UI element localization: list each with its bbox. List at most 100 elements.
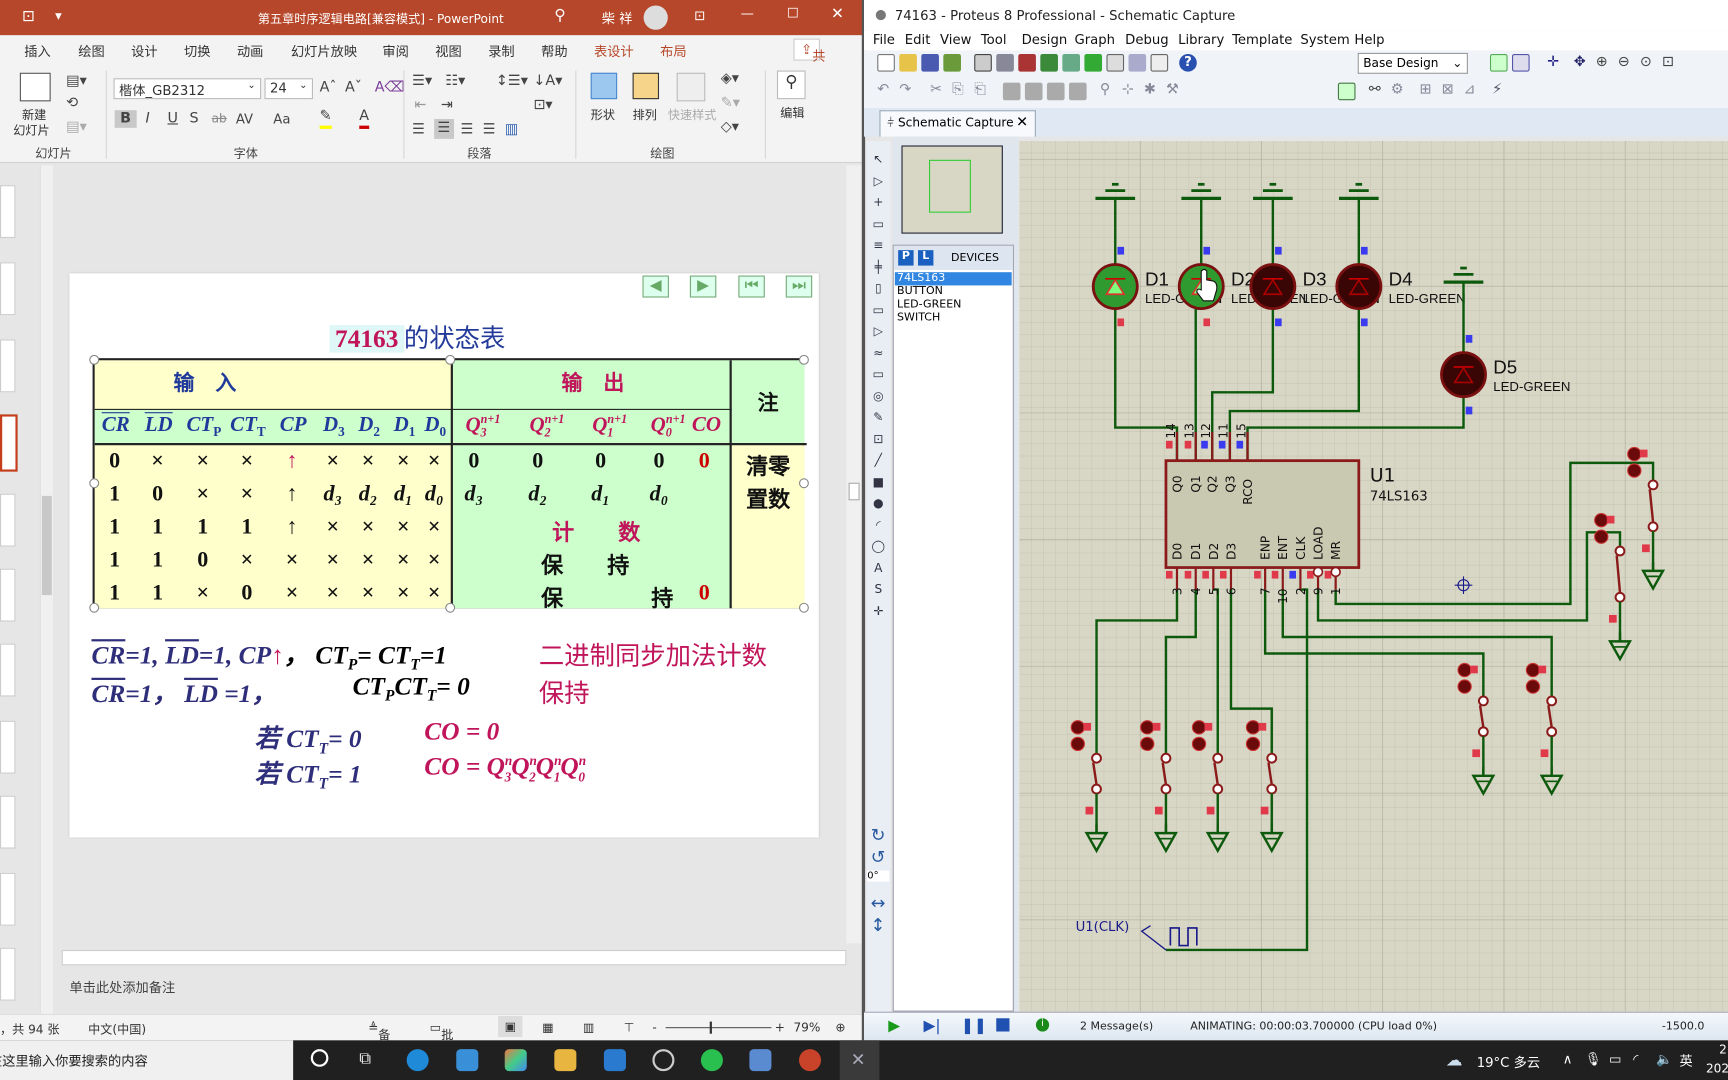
rotate-cw-icon[interactable]: ↻ [871, 824, 886, 845]
slide-thumbnail[interactable] [0, 720, 16, 774]
help-icon[interactable]: ? [1179, 53, 1197, 72]
slide-thumbnail[interactable] [0, 493, 16, 547]
slide-thumbnail[interactable] [0, 872, 16, 926]
tab-schematic-capture[interactable]: ⫩ Schematic Capture ✕ [879, 110, 1036, 137]
language[interactable]: 中文(中国) [88, 1020, 146, 1038]
resize-handle[interactable] [89, 478, 100, 489]
weather-text[interactable]: 19°C 多云 [1477, 1052, 1540, 1071]
property-assign-icon[interactable]: ⚙ [1391, 82, 1404, 100]
shrink-font-icon[interactable]: Aˇ [345, 79, 362, 97]
generator-mode-icon[interactable]: ◎ [871, 388, 886, 403]
slide-thumbnail[interactable] [0, 185, 16, 239]
pause-button[interactable]: ❚❚ [961, 1017, 987, 1035]
tab-table-design[interactable]: 表设计 [594, 42, 634, 61]
new-slide-icon[interactable] [19, 72, 51, 102]
step-button[interactable]: ▶| [924, 1017, 941, 1035]
highlight-icon[interactable]: ✎ [319, 108, 332, 129]
quick-styles-icon[interactable] [676, 72, 706, 102]
menu-library[interactable]: Library [1178, 32, 1224, 47]
tab-draw[interactable]: 绘图 [78, 42, 104, 61]
align-text-icon[interactable]: ⊡▾ [533, 97, 552, 115]
section-icon[interactable]: ▤▾ [66, 119, 87, 137]
tray-expand-icon[interactable]: ∧ [1563, 1051, 1573, 1066]
menu-file[interactable]: File [873, 32, 895, 47]
goto-sheet-icon[interactable]: ⊿ [1464, 82, 1476, 100]
block-move-icon[interactable] [1024, 82, 1043, 101]
reading-view-button[interactable]: ▥ [583, 1020, 594, 1034]
align-left-icon[interactable]: ☰ [412, 121, 425, 139]
zoom-all-icon[interactable]: ⊙ [1640, 54, 1652, 72]
text-2d-mode-icon[interactable]: A [871, 560, 886, 575]
decrease-indent-icon[interactable]: ⇤ [414, 97, 426, 115]
justify-icon[interactable]: ☰ [483, 121, 496, 139]
grid-icon[interactable] [1511, 53, 1530, 72]
marker-2d-mode-icon[interactable]: ✛ [871, 603, 886, 618]
slide-thumbnail[interactable] [0, 795, 16, 849]
maximize-button[interactable]: ☐ [787, 6, 799, 21]
reset-icon[interactable]: ⟲ [66, 95, 78, 113]
obs-icon[interactable] [652, 1049, 675, 1072]
paste-icon[interactable]: ⎗ [974, 82, 985, 100]
prev-slide-button[interactable]: ◀ [642, 275, 669, 298]
device-item-button[interactable]: BUTTON [895, 285, 1012, 298]
notes-icon[interactable] [1150, 53, 1169, 72]
numbering-icon[interactable]: ☷▾ [445, 73, 465, 91]
quick-styles-label[interactable]: 快速样式 [668, 106, 716, 124]
stop-button[interactable] [996, 1018, 1010, 1032]
block-rotate-icon[interactable] [1046, 82, 1065, 101]
probe-mode-icon[interactable]: ✎ [871, 410, 886, 425]
pick-device-icon[interactable]: ⚲ [1100, 82, 1111, 100]
design-variant-select[interactable]: Base Design ⌄ [1357, 52, 1468, 74]
design-explorer-icon[interactable] [1084, 53, 1103, 72]
device-item-switch[interactable]: SWITCH [895, 312, 1012, 325]
share-button[interactable]: ⇪ 共享 [793, 38, 826, 83]
resize-handle[interactable] [89, 602, 100, 613]
bold-button[interactable]: B [114, 110, 137, 128]
line-spacing-icon[interactable]: ↕☰▾ [496, 73, 528, 91]
microphone-icon[interactable]: 🎙 [1585, 1051, 1602, 1066]
refresh-icon[interactable] [1489, 53, 1508, 72]
terminals-mode-icon[interactable]: ▭ [871, 303, 886, 318]
underline-button[interactable]: U [168, 110, 178, 128]
shape-effects-icon[interactable]: ◇▾ [721, 119, 739, 137]
last-slide-button[interactable]: ⏭ [785, 275, 813, 298]
component-mode-icon[interactable]: ▷ [871, 174, 886, 189]
font-size-select[interactable]: 24 ⌄ [264, 78, 313, 100]
info-icon[interactable]: i [1035, 1018, 1050, 1032]
tab-layout[interactable]: 布局 [660, 42, 686, 61]
thumbnails-scrollbar[interactable] [39, 165, 53, 1014]
rotation-angle[interactable]: 0° [867, 870, 890, 882]
menu-help[interactable]: Help [1354, 32, 1384, 47]
slide-thumbnail[interactable] [0, 339, 16, 393]
device-item-led-green[interactable]: LED-GREEN [895, 299, 1012, 312]
circle-2d-mode-icon[interactable]: ● [871, 496, 886, 511]
powerpoint-icon[interactable] [798, 1049, 822, 1072]
avatar[interactable] [643, 5, 668, 30]
tab-design[interactable]: 设计 [131, 42, 157, 61]
wire-autorouter-icon[interactable] [1337, 82, 1356, 101]
import-icon[interactable] [943, 53, 961, 72]
save-icon[interactable] [921, 53, 939, 72]
make-device-icon[interactable]: ⊹ [1122, 82, 1134, 100]
find-icon[interactable]: ⚲ [776, 70, 806, 100]
tab-slideshow[interactable]: 幻灯片放映 [291, 42, 357, 61]
menu-tool[interactable]: Tool [981, 32, 1007, 47]
align-right-icon[interactable]: ☰ [461, 121, 474, 139]
symbol-2d-mode-icon[interactable]: S [871, 582, 886, 597]
zoom-slider[interactable] [665, 1021, 772, 1034]
battery-icon[interactable]: ▭ [1609, 1051, 1622, 1066]
tab-view[interactable]: 视图 [435, 42, 461, 61]
resize-handle[interactable] [798, 478, 809, 489]
new-sheet-icon[interactable]: ⊞ [1419, 82, 1431, 100]
app-icon-2[interactable] [749, 1049, 772, 1072]
text-script-mode-icon[interactable]: ≡ [871, 238, 886, 253]
wechat-icon[interactable] [700, 1049, 723, 1072]
zoom-in-icon[interactable]: ⊕ [1596, 54, 1608, 72]
library-manager-button[interactable]: L [917, 250, 934, 266]
font-color-icon[interactable]: A [359, 108, 370, 129]
proteus-taskbar-button[interactable]: ✕ [839, 1040, 880, 1080]
taskbar-search[interactable]: 在这里输入你要搜索的内容 [0, 1040, 294, 1080]
shadow-button[interactable]: S [190, 110, 199, 128]
device-item-74ls163[interactable]: 74LS163 [894, 272, 1012, 286]
path-2d-mode-icon[interactable]: ◯ [871, 539, 886, 554]
